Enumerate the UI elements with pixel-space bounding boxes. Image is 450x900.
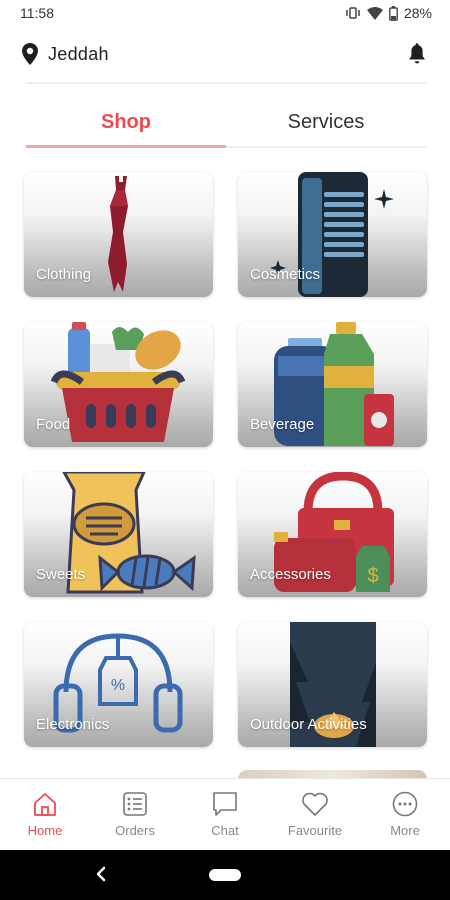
category-label: Cosmetics [250,266,321,283]
home-icon [34,793,56,816]
category-card-beverage[interactable]: Beverage [238,322,427,447]
tab-services[interactable]: Services [226,96,426,148]
nav-label: Favourite [287,823,343,838]
bottom-navigation: Home Orders Chat Favourite More [0,778,450,850]
status-bar: 11:58 28% [0,0,450,26]
shop-services-tabs: Shop Services [26,96,426,148]
battery-percent: 28% [403,5,432,21]
category-card-clothing[interactable]: Clothing [24,172,213,297]
category-label: Food [36,416,71,433]
category-card-cosmetics[interactable]: Cosmetics [238,172,427,297]
category-label: Clothing [36,266,92,283]
svg-text:$: $ [367,565,378,587]
category-label: Electronics [36,716,110,733]
nav-label: Chat [211,823,239,838]
location-pin-icon [22,43,38,65]
category-label: Beverage [250,416,315,433]
location-header: Jeddah [22,38,426,70]
heart-icon [302,792,328,816]
battery-icon [389,5,398,21]
vibrate-icon [346,7,360,19]
category-card-food[interactable]: Food [24,322,213,447]
system-back-icon[interactable] [90,863,112,885]
nav-label: Orders [115,823,155,838]
header-divider [26,82,426,84]
category-label: Sweets [36,566,86,583]
nav-chat[interactable]: Chat [180,779,270,850]
nav-label: More [390,823,420,838]
status-time: 11:58 [20,5,54,21]
category-card-sweets[interactable]: Sweets [24,472,213,597]
system-navigation-bar [0,850,450,900]
wifi-icon [366,6,383,20]
location-city: Jeddah [48,43,109,64]
location-selector[interactable]: Jeddah [22,43,109,65]
category-label: Accessories [250,566,331,583]
category-label: Outdoor Activities [250,716,367,733]
chat-icon [213,792,237,816]
svg-text:%: % [111,677,125,694]
nav-orders[interactable]: Orders [90,779,180,850]
tab-shop[interactable]: Shop [26,96,226,148]
nav-more[interactable]: More [360,779,450,850]
orders-icon [123,792,147,816]
nav-label: Home [27,823,63,838]
nav-favourite[interactable]: Favourite [270,779,360,850]
more-icon [392,791,418,817]
category-card-accessories[interactable]: $ Accessories [238,472,427,597]
tabs-divider [226,146,426,148]
bell-icon[interactable] [408,43,426,65]
nav-home[interactable]: Home [0,779,90,850]
category-card-outdoor-activities[interactable]: Outdoor Activities [238,622,427,747]
category-card-electronics[interactable]: % Electronics [24,622,213,747]
status-icons: 28% [345,5,432,21]
system-home-pill[interactable] [209,869,241,881]
